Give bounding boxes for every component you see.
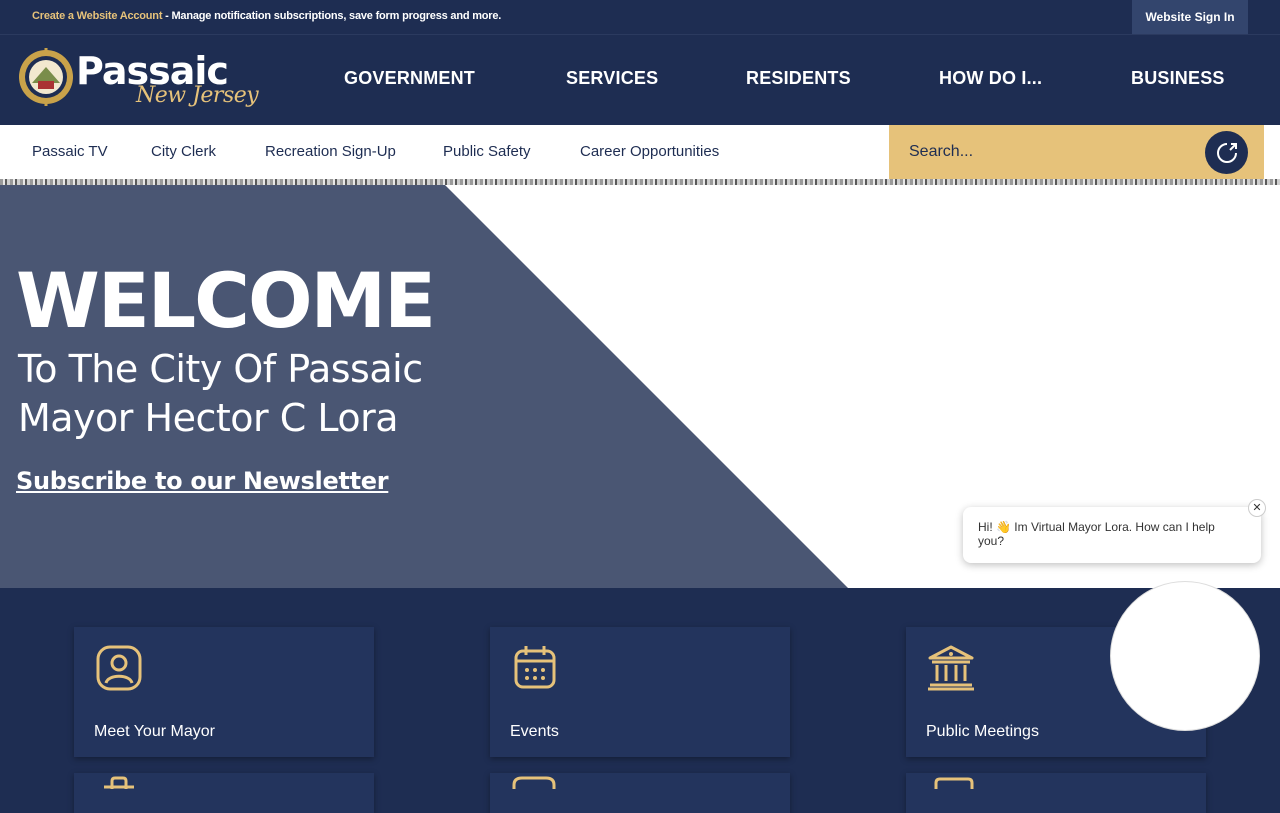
nav-services[interactable]: SERVICES xyxy=(566,68,658,89)
quick-link-public-safety[interactable]: Public Safety xyxy=(443,143,531,160)
logo-subtitle: New Jersey xyxy=(136,83,259,108)
card-row2-middle[interactable] xyxy=(490,773,790,813)
website-sign-in-button[interactable]: Website Sign In xyxy=(1132,0,1248,34)
nav-how-do-i[interactable]: HOW DO I... xyxy=(939,68,1042,89)
quick-link-recreation[interactable]: Recreation Sign-Up xyxy=(265,143,396,160)
user-profile-icon xyxy=(96,645,142,691)
search-box xyxy=(889,125,1264,179)
quick-link-careers[interactable]: Career Opportunities xyxy=(580,143,719,160)
search-icon xyxy=(1216,142,1237,163)
create-account-link[interactable]: Create a Website Account xyxy=(32,10,162,22)
newsletter-link[interactable]: Subscribe to our Newsletter xyxy=(16,467,389,495)
main-navigation: GOVERNMENT SERVICES RESIDENTS HOW DO I..… xyxy=(300,35,1260,125)
top-utility-bar: Create a Website Account - Manage notifi… xyxy=(0,0,1280,35)
city-seal-icon xyxy=(19,48,73,106)
card-row2-left[interactable] xyxy=(74,773,374,813)
nav-business[interactable]: BUSINESS xyxy=(1131,68,1225,89)
chat-avatar-launcher[interactable] xyxy=(1110,581,1260,731)
card-label: Public Meetings xyxy=(926,723,1039,740)
search-input[interactable] xyxy=(889,125,1199,179)
card-icon xyxy=(934,777,974,789)
chat-greeting-text: Hi! 👋 Im Virtual Mayor Lora. How can I h… xyxy=(978,520,1215,548)
search-button[interactable] xyxy=(1205,131,1248,174)
hero-subheading: To The City Of Passaic Mayor Hector C Lo… xyxy=(18,345,423,443)
card-label: Meet Your Mayor xyxy=(94,723,215,740)
nav-government[interactable]: GOVERNMENT xyxy=(344,68,475,89)
card-icon xyxy=(512,776,556,789)
hero-line-mayor: Mayor Hector C Lora xyxy=(18,396,398,440)
hero-heading: WELCOME xyxy=(16,256,436,345)
hero-line-city: To The City Of Passaic xyxy=(18,347,423,391)
site-logo[interactable]: Passaic New Jersey xyxy=(18,47,266,113)
chat-close-button[interactable]: ✕ xyxy=(1248,499,1266,517)
feature-cards-section: Meet Your Mayor Events Public Meetings xyxy=(0,588,1280,813)
nav-residents[interactable]: RESIDENTS xyxy=(746,68,851,89)
quick-link-passaic-tv[interactable]: Passaic TV xyxy=(32,143,108,160)
site-header: Passaic New Jersey GOVERNMENT SERVICES R… xyxy=(0,35,1280,125)
chat-greeting-bubble[interactable]: Hi! 👋 Im Virtual Mayor Lora. How can I h… xyxy=(963,507,1261,563)
card-row2-right[interactable] xyxy=(906,773,1206,813)
card-label: Events xyxy=(510,723,559,740)
quick-link-city-clerk[interactable]: City Clerk xyxy=(151,143,216,160)
building-columns-icon xyxy=(928,645,974,691)
account-message-text: - Manage notification subscriptions, sav… xyxy=(162,10,502,22)
briefcase-icon xyxy=(104,776,134,789)
card-meet-your-mayor[interactable]: Meet Your Mayor xyxy=(74,627,374,757)
hero-image-strip xyxy=(0,179,1280,185)
card-events[interactable]: Events xyxy=(490,627,790,757)
account-message: Create a Website Account - Manage notifi… xyxy=(32,10,501,22)
calendar-icon xyxy=(514,646,556,689)
